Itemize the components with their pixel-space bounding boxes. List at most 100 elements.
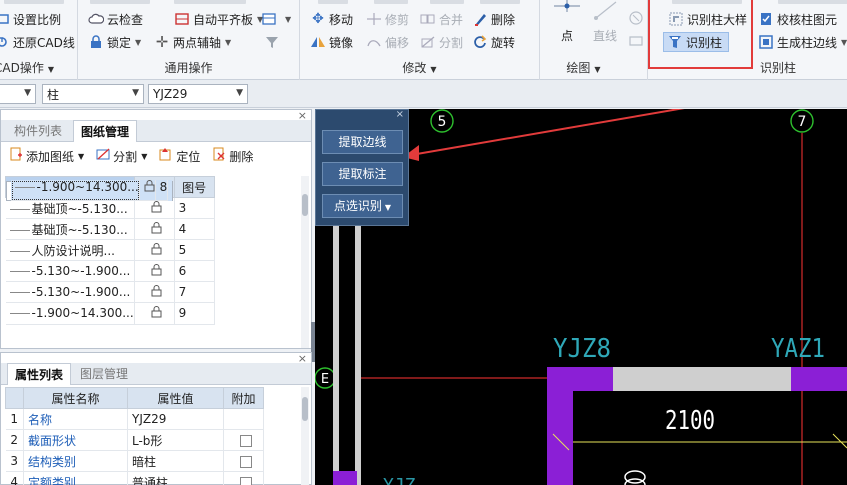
prop-value[interactable]: 普通柱	[127, 471, 224, 485]
table-row[interactable]: 2 截面形状 L-b形	[5, 429, 298, 451]
row-blank	[264, 430, 298, 451]
table-row[interactable]: -1.900~14.300... 9	[5, 303, 298, 325]
wall-left-gap	[339, 219, 355, 485]
component-selector[interactable]: YJZ29 ▼	[148, 84, 248, 104]
column-yaz1	[791, 367, 847, 391]
tab-layer-management[interactable]: 图层管理	[73, 363, 135, 385]
lock-cell[interactable]	[134, 303, 175, 325]
lock-cell[interactable]	[134, 218, 175, 240]
offset-icon	[366, 34, 382, 50]
close-icon[interactable]: ×	[396, 109, 404, 120]
drawing-name-cell[interactable]: -5.130~-1.900...	[5, 281, 135, 303]
extra-cell[interactable]	[223, 408, 264, 430]
extra-checkbox[interactable]	[239, 476, 252, 485]
prop-value[interactable]: L-b形	[127, 429, 224, 451]
two-point-axis-button[interactable]: ✛ 两点辅轴 ▼	[154, 32, 231, 52]
lock-icon	[144, 180, 155, 195]
trim-button[interactable]: 修剪	[366, 9, 409, 29]
table-row[interactable]: 人防设计说明... 5	[5, 239, 298, 261]
point-recognize-button[interactable]: 点选识别 ▼	[322, 194, 403, 218]
cloud-check-label: 云检查	[107, 12, 144, 27]
ribbon-group-cad: 设置比例 还原CAD线 CAD操作▼	[0, 0, 78, 80]
tab-component-list[interactable]: 构件列表	[7, 120, 69, 142]
lock-cell[interactable]	[139, 180, 156, 201]
table-row[interactable]: -5.130~-1.900... 7	[5, 281, 298, 303]
scroll-thumb[interactable]	[302, 397, 308, 421]
locate-drawing-button[interactable]: 定位	[159, 147, 200, 165]
col-header-num[interactable]: 图号	[173, 176, 215, 198]
drawing-num-cell: 9	[174, 303, 215, 325]
add-drawing-button[interactable]: 添加图纸 ▼	[9, 147, 84, 165]
check-column-button[interactable]: 校核柱图元	[758, 9, 837, 29]
scroll-thumb[interactable]	[302, 194, 308, 216]
property-list-scrollbar[interactable]	[301, 387, 309, 485]
circle-draw-icon[interactable]	[628, 10, 644, 29]
table-row[interactable]: 3 结构类别 暗柱	[5, 450, 298, 472]
merge-button[interactable]: 合并	[420, 9, 463, 29]
scale-icon	[0, 11, 10, 27]
lock-cell[interactable]	[134, 281, 175, 303]
restore-cad-button[interactable]: 还原CAD线	[0, 32, 75, 52]
filter-icon	[264, 34, 280, 50]
split-drawing-button[interactable]: 分割 ▼	[96, 147, 147, 165]
table-row[interactable]: 1 名称 YJZ29	[5, 408, 298, 430]
split-modify-button[interactable]: 分割	[420, 32, 463, 52]
move-button[interactable]: ✥ 移动	[310, 9, 353, 29]
extra-checkbox[interactable]	[239, 455, 252, 468]
annotation-arrow-line	[410, 109, 685, 156]
tab-drawing-management[interactable]: 图纸管理	[73, 120, 138, 142]
col-header-prop-value[interactable]: 属性值	[127, 387, 224, 409]
table-row[interactable]: 基础顶~-5.130... 4	[5, 218, 298, 240]
extra-checkbox[interactable]	[239, 434, 252, 447]
auto-align-slab-button[interactable]: 自动平齐板 ▼	[174, 9, 263, 29]
col-header-extra[interactable]: 附加	[223, 387, 264, 409]
filter-button[interactable]	[264, 32, 283, 52]
lock-cell[interactable]	[134, 239, 175, 261]
extra-cell[interactable]	[223, 450, 264, 472]
drawing-name-cell[interactable]: -1.900~14.300...	[10, 180, 140, 201]
prop-name: 结构类别	[23, 450, 128, 472]
point-button[interactable]: 点	[552, 0, 582, 44]
table-row[interactable]: 4 定额类别 普通柱	[5, 471, 298, 485]
column-fill-left	[333, 471, 357, 485]
delete-button[interactable]: 删除	[472, 9, 515, 29]
lock-button[interactable]: 锁定 ▼	[88, 32, 141, 52]
locate-icon	[159, 147, 173, 165]
prop-value[interactable]: YJZ29	[127, 408, 224, 430]
drawing-num-cell: 6	[174, 260, 215, 282]
move-icon: ✥	[312, 11, 324, 27]
chevron-down-icon: ▼	[236, 88, 243, 98]
point-recognize-label: 点选识别	[333, 199, 382, 213]
category-selector[interactable]: 柱 ▼	[42, 84, 144, 104]
extra-cell[interactable]	[223, 429, 264, 451]
drawing-name-cell[interactable]: 基础顶~-5.130...	[5, 218, 135, 240]
chevron-down-icon: ▼	[24, 88, 31, 98]
cloud-check-button[interactable]: 云检查	[88, 9, 143, 29]
table-row[interactable]: -1.900~14.300... 8	[5, 180, 174, 201]
set-scale-button[interactable]: 设置比例	[0, 9, 61, 29]
lock-cell[interactable]	[134, 260, 175, 282]
generate-column-edge-button[interactable]: 生成柱边线 ▼	[758, 32, 847, 52]
extract-edge-button[interactable]: 提取边线	[322, 130, 403, 154]
lock-icon	[88, 34, 104, 50]
mirror-button[interactable]: 镜像	[310, 32, 353, 52]
col-header-prop-name[interactable]: 属性名称	[23, 387, 128, 409]
line-button[interactable]: 直线	[590, 0, 620, 44]
extract-annotation-button[interactable]: 提取标注	[322, 162, 403, 186]
table-row[interactable]: -5.130~-1.900... 6	[5, 260, 298, 282]
drawing-name-cell[interactable]: 人防设计说明...	[5, 239, 135, 261]
prop-value[interactable]: 暗柱	[127, 450, 224, 472]
rotate-label: 旋转	[491, 35, 516, 50]
view-options-button[interactable]: ▼	[262, 9, 291, 29]
drawing-name-cell[interactable]: -1.900~14.300...	[5, 303, 135, 325]
offset-button[interactable]: 偏移	[366, 32, 409, 52]
floor-selector[interactable]: ▼	[0, 84, 36, 104]
rotate-button[interactable]: 旋转	[472, 32, 515, 52]
extra-cell[interactable]	[223, 471, 264, 485]
drawing-name-cell[interactable]: -5.130~-1.900...	[5, 260, 135, 282]
delete-drawing-button[interactable]: 删除	[212, 147, 253, 165]
tab-property-list[interactable]: 属性列表	[7, 363, 72, 385]
modify-group-label: 修改 ▼	[402, 61, 437, 75]
drawing-list-scrollbar[interactable]	[301, 176, 309, 348]
rect-draw-icon[interactable]	[628, 34, 644, 51]
